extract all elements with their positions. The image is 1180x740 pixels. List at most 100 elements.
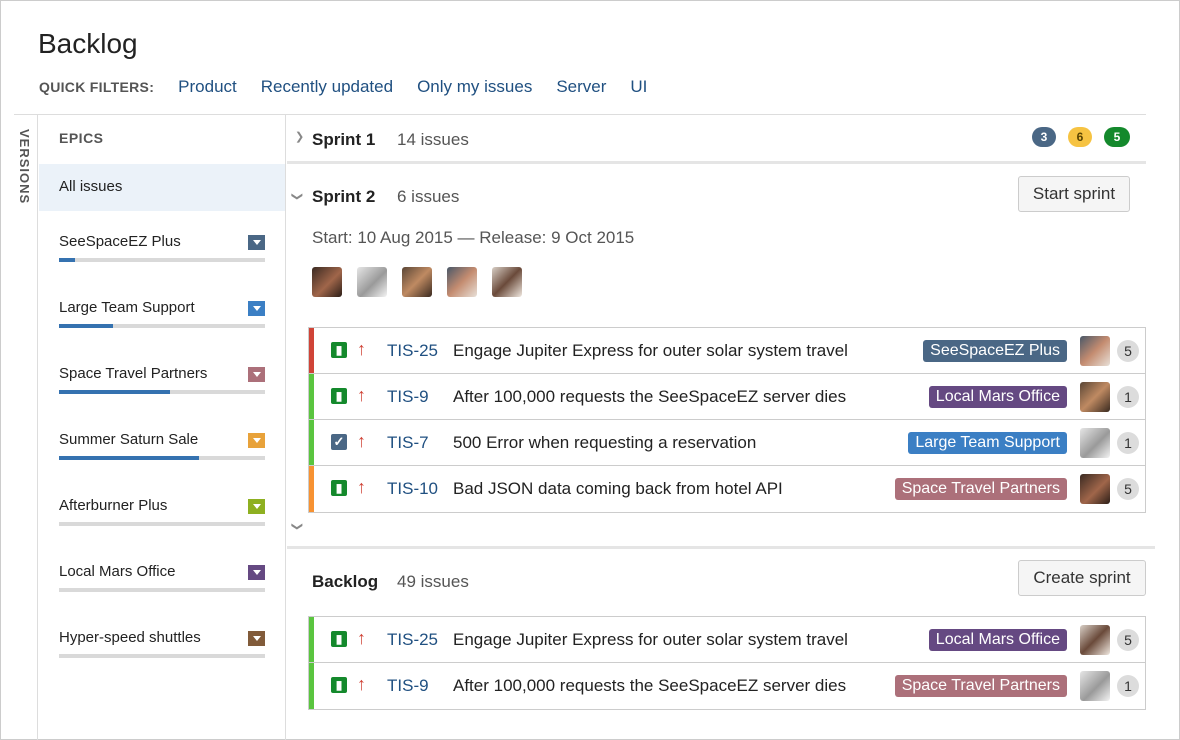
assignee-avatar[interactable] <box>492 267 522 297</box>
issue-row[interactable]: ▮ ↑ TIS-25 Engage Jupiter Express for outer… <box>309 617 1145 663</box>
epic-name: Afterburner Plus <box>59 497 168 514</box>
epic-item[interactable]: SeeSpaceEZ Plus <box>59 233 265 283</box>
assignee-avatar[interactable] <box>1080 474 1110 504</box>
epic-name: Summer Saturn Sale <box>59 431 199 448</box>
backlog-name: Backlog <box>312 572 379 591</box>
epic-progress-bar <box>59 456 265 460</box>
issue-key[interactable]: TIS-9 <box>387 387 429 407</box>
story-points-badge: 5 <box>1117 478 1139 500</box>
sprint-1-done-badge: 5 <box>1104 127 1130 147</box>
epic-menu-chevron-icon[interactable] <box>248 565 265 580</box>
assignee-avatar[interactable] <box>1080 382 1110 412</box>
epic-progress-bar <box>59 588 265 592</box>
story-points-badge: 5 <box>1117 629 1139 651</box>
assignee-avatar[interactable] <box>312 267 342 297</box>
epic-progress-bar <box>59 324 265 328</box>
epic-progress-bar <box>59 258 265 262</box>
priority-up-icon: ↑ <box>357 385 366 405</box>
epic-menu-chevron-icon[interactable] <box>248 631 265 646</box>
epic-all-issues[interactable]: All issues <box>39 164 285 211</box>
epic-item[interactable]: Hyper-speed shuttles <box>59 629 265 679</box>
epic-item[interactable]: Afterburner Plus <box>59 497 265 547</box>
assignee-avatar[interactable] <box>1080 671 1110 701</box>
issue-epic-label[interactable]: Large Team Support <box>908 432 1067 454</box>
versions-tab[interactable]: VERSIONS <box>14 115 38 740</box>
epic-item[interactable]: Space Travel Partners <box>59 365 265 415</box>
epic-item[interactable]: Large Team Support <box>59 299 265 349</box>
epic-item[interactable]: Summer Saturn Sale <box>59 431 265 481</box>
issue-summary: 500 Error when requesting a reservation <box>453 433 757 452</box>
task-checkbox-icon: ✓ <box>331 434 347 450</box>
issue-summary: Bad JSON data coming back from hotel API <box>453 479 783 498</box>
quick-filters: QUICK FILTERS: Product Recently updated … <box>39 76 671 98</box>
epic-progress-bar <box>59 390 265 394</box>
issue-row[interactable]: ▮ ↑ TIS-25 Engage Jupiter Express for outer… <box>309 328 1145 374</box>
chevron-down-icon[interactable]: ❯ <box>291 522 304 531</box>
issue-flag-stripe <box>309 374 314 419</box>
priority-up-icon: ↑ <box>357 477 366 497</box>
issue-row[interactable]: ✓ ↑ TIS-7 500 Error when requesting a reser… <box>309 420 1145 466</box>
issue-summary: After 100,000 requests the SeeSpaceEZ se… <box>453 387 847 406</box>
issue-epic-label[interactable]: Local Mars Office <box>928 386 1067 408</box>
issue-epic-label[interactable]: Space Travel Partners <box>894 675 1067 697</box>
quick-filter-recently-updated[interactable]: Recently updated <box>261 77 393 97</box>
issue-key[interactable]: TIS-10 <box>387 479 438 499</box>
quick-filter-only-my-issues[interactable]: Only my issues <box>417 77 532 97</box>
quick-filter-server[interactable]: Server <box>556 77 606 97</box>
quick-filter-product[interactable]: Product <box>178 77 237 97</box>
issue-summary: Engage Jupiter Express for outer solar s… <box>453 341 848 360</box>
epic-progress-fill <box>59 324 113 328</box>
start-sprint-button[interactable]: Start sprint <box>1018 176 1130 212</box>
epic-name: SeeSpaceEZ Plus <box>59 233 181 250</box>
assignee-avatar[interactable] <box>447 267 477 297</box>
epic-item[interactable]: Local Mars Office <box>59 563 265 613</box>
issue-key[interactable]: TIS-25 <box>387 341 438 361</box>
issue-key[interactable]: TIS-7 <box>387 433 429 453</box>
issue-row[interactable]: ▮ ↑ TIS-9 After 100,000 requests the SeeSpa… <box>309 663 1145 709</box>
story-points-badge: 5 <box>1117 340 1139 362</box>
issue-key[interactable]: TIS-9 <box>387 676 429 696</box>
sprint-1-todo-badge: 3 <box>1032 127 1056 147</box>
priority-up-icon: ↑ <box>357 339 366 359</box>
sprint-1-in-progress-badge: 6 <box>1068 127 1092 147</box>
story-type-icon: ▮ <box>331 677 347 693</box>
issue-key[interactable]: TIS-25 <box>387 630 438 650</box>
issue-row[interactable]: ▮ ↑ TIS-9 After 100,000 requests the SeeSpa… <box>309 374 1145 420</box>
epic-menu-chevron-icon[interactable] <box>248 433 265 448</box>
epic-name: Large Team Support <box>59 299 195 316</box>
priority-up-icon: ↑ <box>357 431 366 451</box>
epic-menu-chevron-icon[interactable] <box>248 367 265 382</box>
quick-filter-ui[interactable]: UI <box>630 77 647 97</box>
story-points-badge: 1 <box>1117 386 1139 408</box>
epic-menu-chevron-icon[interactable] <box>248 499 265 514</box>
issue-flag-stripe <box>309 617 314 662</box>
assignee-avatar[interactable] <box>1080 625 1110 655</box>
sprint-2-dates: Start: 10 Aug 2015 — Release: 9 Oct 2015 <box>312 228 635 247</box>
epics-panel: EPICS All issues SeeSpaceEZ Plus Large Te… <box>39 115 286 740</box>
story-type-icon: ▮ <box>331 388 347 404</box>
epic-progress-bar <box>59 654 265 658</box>
backlog-divider <box>287 546 1155 549</box>
issue-epic-label[interactable]: Local Mars Office <box>928 629 1067 651</box>
issue-flag-stripe <box>309 420 314 465</box>
create-sprint-button[interactable]: Create sprint <box>1018 560 1146 596</box>
assignee-avatar[interactable] <box>357 267 387 297</box>
epic-menu-chevron-icon[interactable] <box>248 301 265 316</box>
epic-progress-fill <box>59 258 76 262</box>
assignee-avatar[interactable] <box>1080 336 1110 366</box>
story-type-icon: ▮ <box>331 342 347 358</box>
issue-flag-stripe <box>309 663 314 709</box>
story-points-badge: 1 <box>1117 432 1139 454</box>
chevron-down-icon[interactable]: ❯ <box>291 192 304 201</box>
sprint-1-name[interactable]: Sprint 1 <box>312 130 375 150</box>
epic-menu-chevron-icon[interactable] <box>248 235 265 250</box>
issue-epic-label[interactable]: Space Travel Partners <box>894 478 1067 500</box>
sprint-2-name[interactable]: Sprint 2 <box>312 187 375 207</box>
issue-epic-label[interactable]: SeeSpaceEZ Plus <box>923 340 1067 362</box>
priority-up-icon: ↑ <box>357 628 366 648</box>
epics-title: EPICS <box>59 130 104 146</box>
assignee-avatar[interactable] <box>1080 428 1110 458</box>
assignee-avatar[interactable] <box>402 267 432 297</box>
issue-row[interactable]: ▮ ↑ TIS-10 Bad JSON data coming back from h… <box>309 466 1145 512</box>
chevron-right-icon[interactable]: ❯ <box>295 130 304 143</box>
